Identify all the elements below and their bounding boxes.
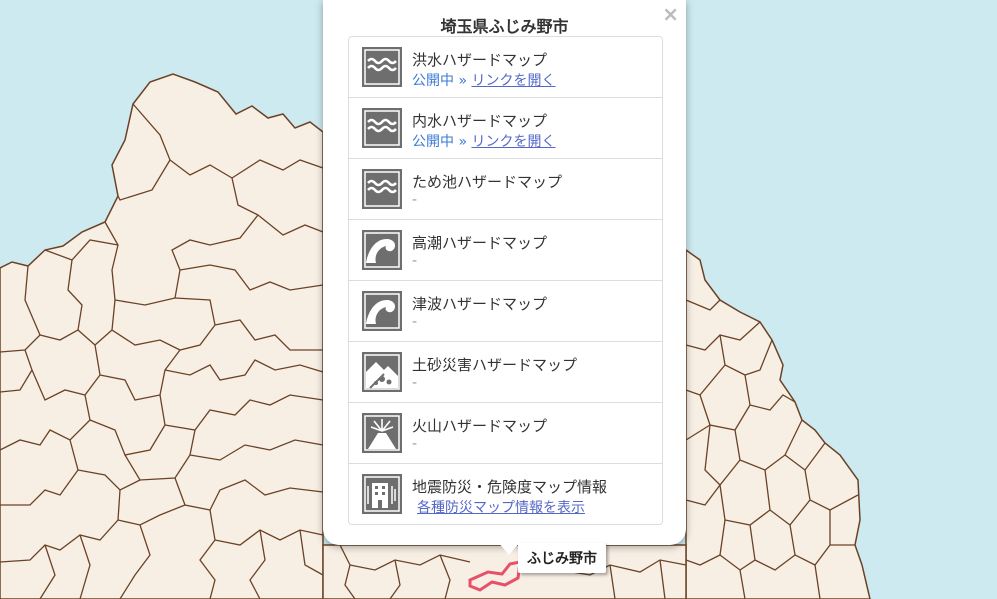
close-button[interactable]: × xyxy=(662,2,679,26)
item-status: - xyxy=(412,253,418,269)
item-name: 高潮ハザードマップ xyxy=(412,234,548,252)
storm-surge-wave-icon xyxy=(362,230,402,270)
item-status: - xyxy=(412,192,418,208)
list-item-storm-surge: 高潮ハザードマップ - xyxy=(349,220,662,281)
list-item-inland-flood: 内水ハザードマップ 公開中 » リンクを開く xyxy=(349,98,662,159)
hazard-map-popup: 埼玉県ふじみ野市 × 洪水ハザードマップ 公開中 » リンクを開く 内水ハザード… xyxy=(323,0,686,545)
item-name: 火山ハザードマップ xyxy=(412,417,548,435)
open-link[interactable]: リンクを開く xyxy=(471,134,555,150)
flood-waves-icon xyxy=(362,47,402,87)
tsunami-wave-icon xyxy=(362,291,402,331)
list-item-landslide: 土砂災害ハザードマップ - xyxy=(349,342,662,403)
item-name: 内水ハザードマップ xyxy=(412,112,548,130)
list-item-reservoir: ため池ハザードマップ - xyxy=(349,159,662,220)
popup-title: 埼玉県ふじみ野市 xyxy=(440,17,569,36)
item-status: 公開中 » リンクを開く xyxy=(412,70,555,90)
list-item-flood: 洪水ハザードマップ 公開中 » リンクを開く xyxy=(349,37,662,98)
open-link[interactable]: リンクを開く xyxy=(471,73,555,89)
status-published: 公開中 » xyxy=(412,73,468,89)
reservoir-waves-icon xyxy=(362,169,402,209)
building-icon xyxy=(362,474,402,514)
item-status: 公開中 » リンクを開く xyxy=(412,131,555,151)
city-label[interactable]: ふじみ野市 xyxy=(518,543,606,573)
item-status: - xyxy=(412,314,418,330)
item-status: 各種防災マップ情報を表示 xyxy=(412,497,585,517)
item-name: 土砂災害ハザードマップ xyxy=(412,356,578,374)
flood-waves-icon xyxy=(362,108,402,148)
show-maps-link[interactable]: 各種防災マップ情報を表示 xyxy=(417,500,585,516)
list-item-volcano: 火山ハザードマップ - xyxy=(349,403,662,464)
landslide-icon xyxy=(362,352,402,392)
item-name: ため池ハザードマップ xyxy=(412,173,563,191)
status-published: 公開中 » xyxy=(412,134,468,150)
item-name: 地震防災・危険度マップ情報 xyxy=(412,478,608,496)
item-status: - xyxy=(412,375,418,391)
list-item-earthquake: 地震防災・危険度マップ情報 各種防災マップ情報を表示 xyxy=(349,464,662,524)
list-item-tsunami: 津波ハザードマップ - xyxy=(349,281,662,342)
hazard-map-list: 洪水ハザードマップ 公開中 » リンクを開く 内水ハザードマップ 公開中 » リ… xyxy=(348,36,663,525)
item-status: - xyxy=(412,436,418,452)
volcano-icon xyxy=(362,413,402,453)
popup-pointer xyxy=(498,542,520,555)
item-name: 洪水ハザードマップ xyxy=(412,51,548,69)
item-name: 津波ハザードマップ xyxy=(412,295,548,313)
